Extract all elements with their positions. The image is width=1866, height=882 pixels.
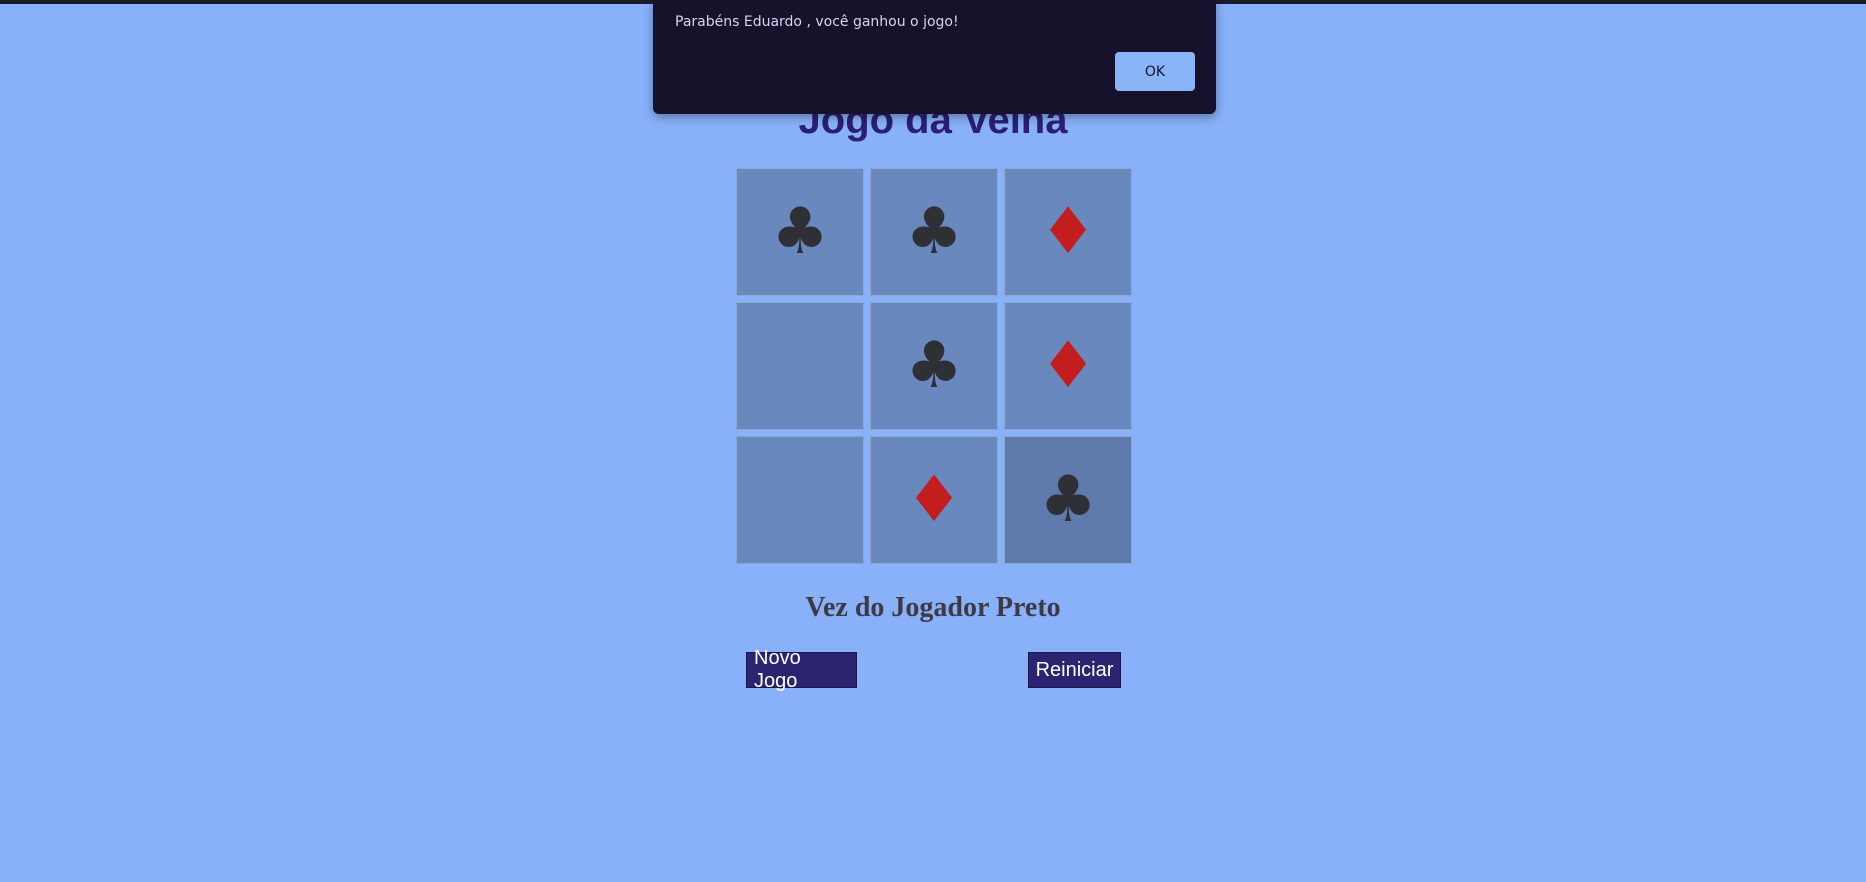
board-cell[interactable]: ♣ — [870, 302, 998, 430]
board-cell[interactable]: ♦ — [1004, 302, 1132, 430]
club-icon: ♣ — [771, 195, 829, 269]
turn-status: Vez do Jogador Preto — [805, 592, 1061, 623]
board-cell[interactable]: ♣ — [870, 168, 998, 296]
board-cell-empty[interactable] — [736, 302, 864, 430]
club-icon: ♣ — [905, 195, 963, 269]
board-cell-empty[interactable] — [736, 436, 864, 564]
diamond-icon: ♦ — [905, 463, 963, 537]
game-board: ♣ ♣ ♦ ♣ ♦ ♦ ♣ — [736, 168, 1132, 564]
club-icon: ♣ — [905, 329, 963, 403]
board-cell-hovered[interactable]: ♣ — [1004, 436, 1132, 564]
restart-button[interactable]: Reiniciar — [1028, 652, 1121, 688]
diamond-icon: ♦ — [1039, 195, 1097, 269]
alert-message: Parabéns Eduardo , você ganhou o jogo! — [675, 14, 959, 30]
new-game-button[interactable]: Novo Jogo — [746, 647, 857, 692]
alert-dialog: Parabéns Eduardo , você ganhou o jogo! O… — [653, 0, 1216, 114]
board-cell[interactable]: ♦ — [870, 436, 998, 564]
board-cell[interactable]: ♣ — [736, 168, 864, 296]
club-icon: ♣ — [1039, 463, 1097, 537]
ok-button[interactable]: OK — [1115, 52, 1195, 91]
board-cell[interactable]: ♦ — [1004, 168, 1132, 296]
diamond-icon: ♦ — [1039, 329, 1097, 403]
